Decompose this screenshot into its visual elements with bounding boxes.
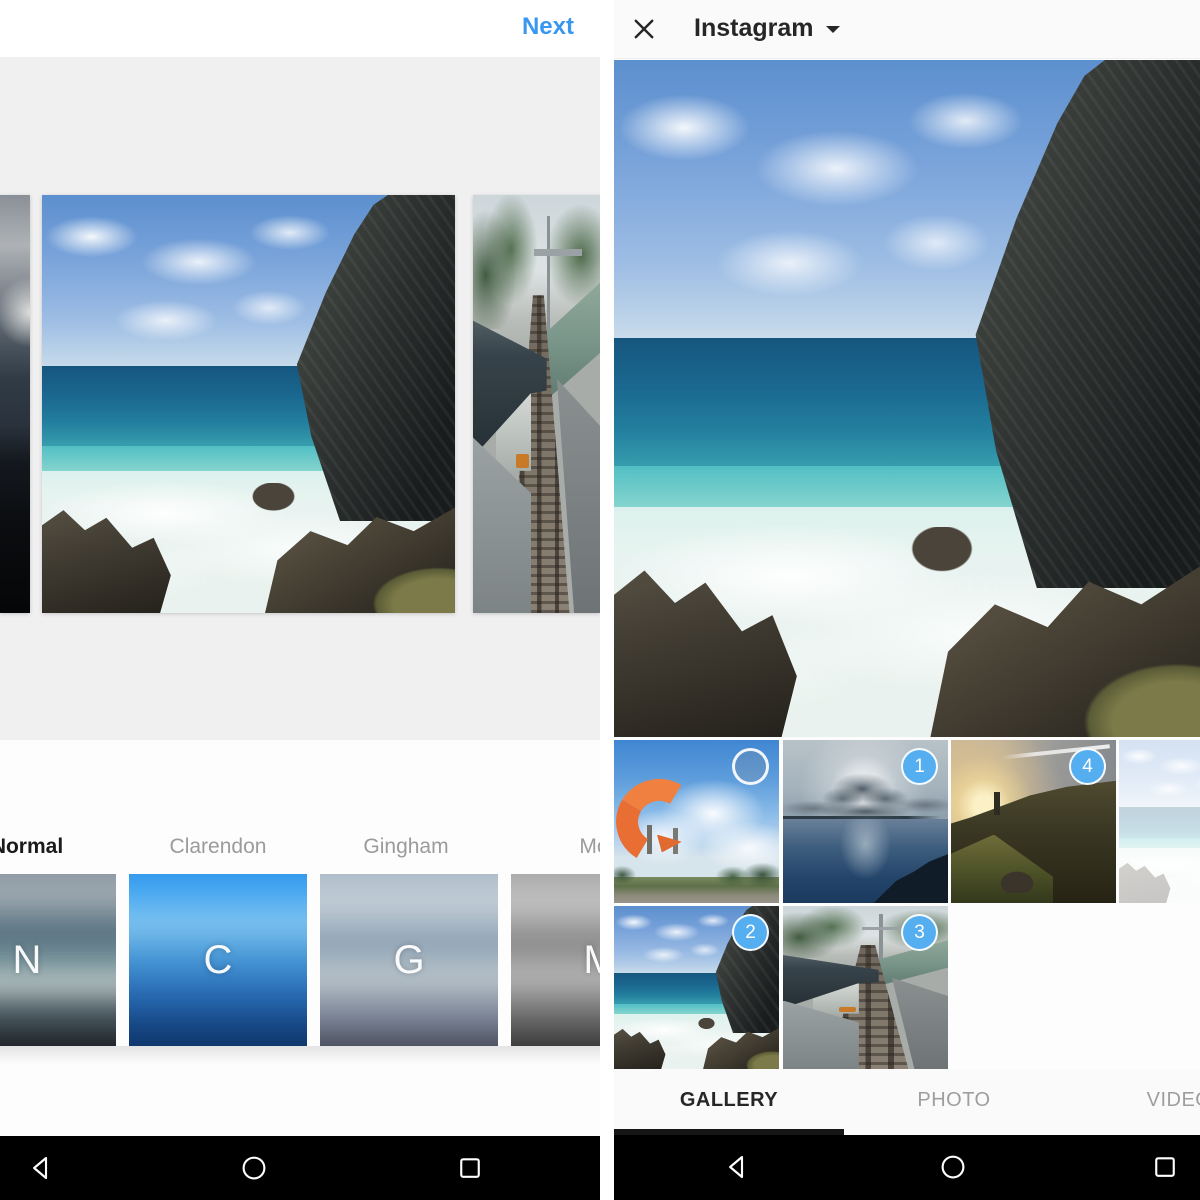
carousel-photo-train[interactable] (473, 195, 600, 613)
tab-video[interactable]: VIDEO (1064, 1089, 1200, 1112)
pressed-overlay (1119, 740, 1200, 903)
selected-photo-preview[interactable] (614, 60, 1200, 737)
home-icon[interactable] (938, 1152, 968, 1182)
filter-thumb-clarendon[interactable]: C (129, 874, 307, 1046)
android-navbar (0, 1136, 600, 1200)
filter-label-clarendon[interactable]: Clarendon (128, 835, 308, 865)
filter-thumb-normal[interactable]: N (0, 874, 116, 1046)
selection-badge[interactable]: 4 (1069, 748, 1106, 785)
selection-badge[interactable]: 1 (901, 748, 938, 785)
android-navbar (614, 1135, 1200, 1200)
recents-icon[interactable] (1150, 1152, 1180, 1182)
close-icon[interactable] (630, 15, 658, 43)
filter-strip-shadow (0, 1046, 600, 1064)
gallery-topbar: Instagram (614, 0, 1200, 59)
gallery-item-ocean-wave-faded[interactable] (1119, 740, 1200, 903)
tab-gallery[interactable]: GALLERY (614, 1089, 844, 1112)
filter-thumb-gingham[interactable]: G (320, 874, 498, 1046)
back-icon[interactable] (722, 1152, 752, 1182)
filter-letter: C (204, 938, 233, 983)
filter-letter: N (13, 938, 42, 983)
recents-icon[interactable] (455, 1153, 485, 1183)
filter-topbar: Next (0, 0, 600, 58)
tab-photo[interactable]: PHOTO (839, 1089, 1069, 1112)
gallery-item-ocean-rocks[interactable]: 2 (614, 906, 779, 1069)
gallery-item-big-prawn[interactable] (614, 740, 779, 903)
gallery-item-train-station[interactable]: 3 (783, 906, 948, 1069)
filter-label-normal[interactable]: Normal (0, 835, 117, 865)
back-icon[interactable] (26, 1153, 56, 1183)
carousel-photo-current[interactable] (42, 195, 455, 613)
filter-label-moon[interactable]: Mo (504, 835, 600, 865)
gallery-item-sunset-hills[interactable]: 4 (951, 740, 1116, 903)
home-icon[interactable] (239, 1153, 269, 1183)
selection-badge[interactable]: 2 (732, 914, 769, 951)
gallery-screen: Instagram 1 (614, 0, 1200, 1200)
chevron-down-icon[interactable] (826, 26, 840, 40)
gallery-item-sunset-water[interactable]: 1 (783, 740, 948, 903)
next-button[interactable]: Next (522, 13, 574, 41)
selection-badge[interactable] (732, 748, 769, 785)
filter-screen: Next Normal Clarendon Gingham Mo (0, 0, 600, 1200)
filter-label-gingham[interactable]: Gingham (316, 835, 496, 865)
screenshot-root: Next Normal Clarendon Gingham Mo (0, 0, 1200, 1200)
album-title[interactable]: Instagram (694, 14, 813, 43)
selection-badge[interactable]: 3 (901, 914, 938, 951)
filter-letter: M (583, 938, 600, 983)
carousel-photo-dusk[interactable] (0, 195, 30, 613)
filter-thumb-moon[interactable]: M (511, 874, 600, 1046)
filter-letter: G (393, 938, 424, 983)
